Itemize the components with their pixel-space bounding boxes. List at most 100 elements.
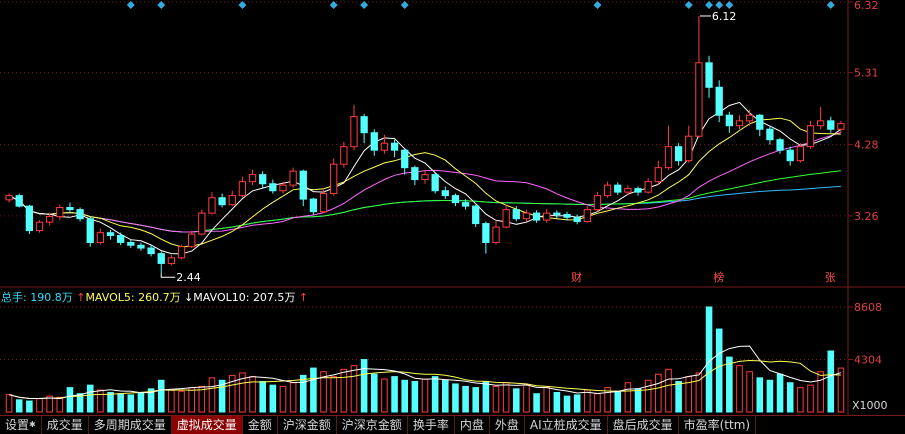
tab-6[interactable]: 沪深京金额: [337, 416, 408, 434]
volume-bar-down: [462, 385, 469, 413]
up-arrow-icon: ↑: [295, 291, 308, 304]
top-signal-marker: [826, 1, 835, 9]
candle-down: [106, 232, 115, 236]
tab-0[interactable]: 设置✱: [0, 416, 42, 434]
total-volume-value: 190.8万: [30, 291, 73, 304]
tab-4[interactable]: 金额: [243, 416, 278, 434]
volume-bar-down: [634, 388, 642, 413]
volume-bar-down: [766, 379, 774, 413]
candle-down: [66, 207, 74, 211]
candle-down: [674, 146, 683, 162]
volume-bar-up: [502, 382, 510, 413]
volume-bar-up: [330, 376, 337, 413]
candle-down: [786, 149, 794, 162]
tab-10[interactable]: AI立桩成交量: [525, 416, 608, 434]
candle-up: [583, 209, 591, 222]
volume-bar-up: [746, 371, 753, 413]
tab-label: 金额: [247, 418, 272, 432]
tab-8[interactable]: 内盘: [455, 416, 490, 434]
candle-down: [411, 167, 419, 181]
candle-up: [167, 257, 176, 264]
tab-11[interactable]: 盘后成交量: [608, 416, 679, 434]
candle-down: [756, 114, 764, 130]
volume-bar-down: [26, 400, 33, 413]
tab-7[interactable]: 换手率: [408, 416, 455, 434]
tab-3[interactable]: 虚拟成交量: [171, 416, 243, 434]
chart-canvas[interactable]: 6.32 5.31 4.28 3.26 8608 4304 X1000 6.12 2.44 财 榜 张…: [0, 0, 905, 415]
volume-bar-up: [624, 382, 632, 413]
ma120-line: [8, 185, 841, 233]
volume-bar-up: [97, 389, 104, 413]
candle-up: [421, 174, 429, 181]
candle-down: [441, 190, 449, 197]
candle-down: [370, 132, 378, 151]
candle-up: [816, 120, 825, 127]
mavol5-value: 260.7万: [138, 291, 181, 304]
candle-down: [766, 128, 774, 141]
candle-up: [806, 125, 815, 148]
candle-up: [340, 146, 348, 165]
candle-down: [472, 205, 480, 225]
tab-label: 成交量: [46, 418, 83, 432]
candle-up: [837, 123, 845, 130]
candle-up: [745, 114, 754, 122]
volume-bar-down: [259, 381, 266, 413]
candle-down: [218, 197, 226, 206]
volume-bar-down: [614, 390, 622, 413]
volume-bar-down: [441, 379, 449, 413]
volume-bar-down: [563, 395, 571, 413]
volume-bar-up: [340, 368, 348, 413]
volume-bar-down: [452, 383, 459, 413]
candle-up: [289, 170, 297, 186]
candle-down: [451, 195, 460, 204]
volume-bar-down: [827, 350, 835, 413]
tab-label: 内盘: [459, 418, 484, 432]
tab-label: 市盈率(ttm): [683, 418, 751, 432]
candle-up: [228, 195, 236, 206]
candle-down: [127, 241, 135, 246]
total-volume-label: 总手:: [1, 290, 27, 304]
volume-bar-up: [584, 389, 591, 413]
candle-up: [695, 62, 703, 137]
tab-5[interactable]: 沪深金额: [278, 416, 337, 434]
volume-bar-down: [15, 399, 23, 413]
candle-down: [482, 223, 490, 243]
volume-bar-down: [370, 373, 378, 413]
candle-up: [198, 212, 206, 235]
candle-up: [46, 216, 54, 223]
volume-bar-down: [66, 387, 74, 413]
top-signal-marker: [705, 1, 714, 9]
volume-bar-up: [381, 378, 388, 413]
candle-up: [593, 195, 602, 211]
candle-down: [86, 218, 94, 243]
top-signal-marker: [360, 1, 369, 9]
low-price-label: 2.44: [176, 271, 201, 284]
volume-bar-up: [168, 389, 175, 413]
candle-up: [796, 146, 804, 162]
volume-bar-down: [299, 374, 307, 413]
tab-label: 盘后成交量: [612, 418, 673, 432]
candle-down: [573, 216, 581, 222]
candle-up: [188, 233, 196, 248]
candle-down: [634, 188, 642, 193]
volume-bar-up: [178, 390, 185, 413]
volume-bar-up: [655, 373, 662, 413]
volume-bar-down: [360, 359, 368, 413]
candle-up: [350, 116, 358, 148]
candle-up: [603, 184, 612, 197]
candle-up: [735, 120, 744, 127]
tab-label: 换手率: [412, 418, 449, 432]
volume-bar-up: [797, 387, 804, 413]
volume-bar-down: [482, 381, 490, 413]
tab-12[interactable]: 市盈率(ttm): [679, 416, 757, 434]
volume-bar-up: [665, 368, 672, 413]
tab-label: 外盘: [494, 418, 519, 432]
tab-1[interactable]: 成交量: [42, 416, 89, 434]
tab-9[interactable]: 外盘: [490, 416, 525, 434]
volume-legend: 总手: 190.8万 ↑MAVOL5: 260.7万 ↓MAVOL10: 207…: [1, 290, 308, 304]
volume-bar-down: [269, 384, 277, 413]
tab-2[interactable]: 多周期成交量: [89, 416, 172, 434]
volume-bar-down: [756, 377, 764, 413]
volume-bar-down: [86, 384, 94, 413]
top-signal-marker: [400, 1, 409, 9]
